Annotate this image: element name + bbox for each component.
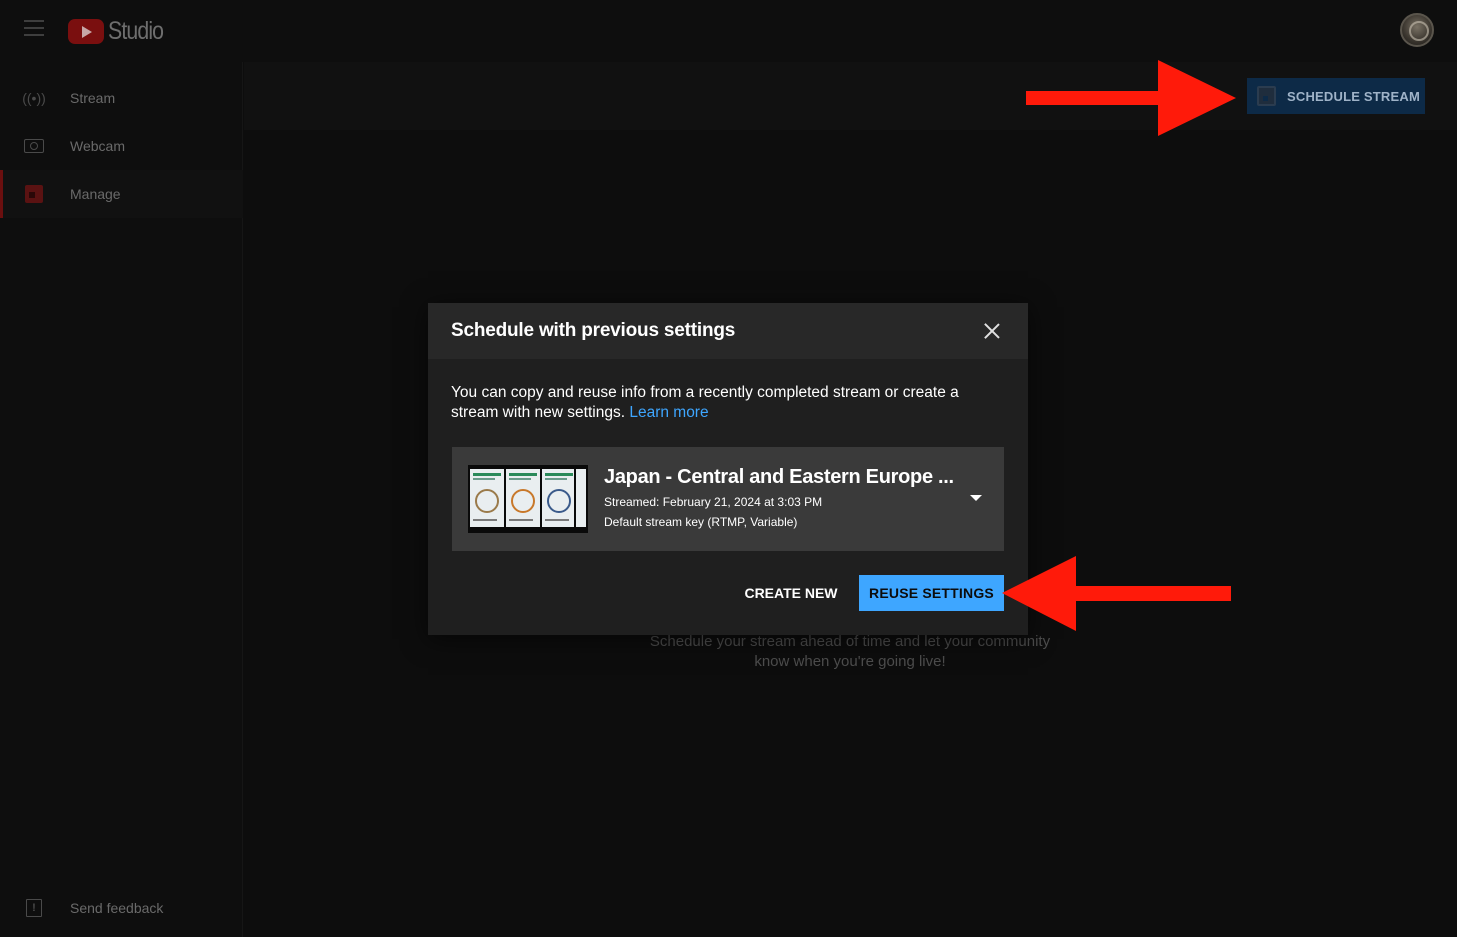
stream-thumbnail [468,465,588,533]
stream-title: Japan - Central and Eastern Europe ... [604,466,954,488]
chevron-down-icon[interactable] [970,495,982,501]
sidebar: ((•)) Stream Webcam Manage ! Send feedba… [0,62,243,937]
stream-date: Streamed: February 21, 2024 at 3:03 PM [604,495,823,509]
dialog-header: Schedule with previous settings [428,303,1028,359]
avatar[interactable] [1400,13,1434,47]
create-new-button[interactable]: CREATE NEW [736,575,846,611]
sidebar-item-send-feedback[interactable]: ! Send feedback [0,884,243,932]
sidebar-item-stream[interactable]: ((•)) Stream [0,74,243,122]
sidebar-item-webcam[interactable]: Webcam [0,122,243,170]
learn-more-link[interactable]: Learn more [629,404,708,421]
close-icon[interactable] [982,321,1002,341]
calendar-icon [1257,86,1276,106]
sidebar-item-manage[interactable]: Manage [0,170,243,218]
empty-state-text: Schedule your stream ahead of time and l… [649,633,1051,670]
sidebar-item-label: Stream [70,90,116,106]
annotation-arrow-right-icon [1026,60,1236,136]
dialog-description: You can copy and reuse info from a recen… [451,383,1001,423]
stream-key: Default stream key (RTMP, Variable) [604,515,798,529]
camera-icon [22,134,46,158]
sidebar-item-label: Send feedback [70,900,164,916]
youtube-logo-icon [68,18,104,44]
schedule-stream-button[interactable]: SCHEDULE STREAM [1247,78,1425,114]
dialog-title: Schedule with previous settings [451,320,736,341]
studio-logo[interactable]: Studio [68,16,173,46]
calendar-icon [22,182,46,206]
feedback-icon: ! [22,896,46,920]
reuse-settings-button[interactable]: REUSE SETTINGS [859,575,1004,611]
broadcast-icon: ((•)) [22,90,46,106]
annotation-arrow-left-icon [1002,556,1231,631]
top-bar: Studio [0,0,1457,62]
sidebar-item-label: Manage [70,186,121,202]
schedule-dialog: Schedule with previous settings You can … [428,303,1028,635]
sidebar-item-label: Webcam [70,138,125,154]
logo-text: Studio [108,16,164,45]
schedule-stream-label: SCHEDULE STREAM [1287,88,1421,104]
menu-icon[interactable] [24,20,44,38]
previous-stream-select[interactable]: Japan - Central and Eastern Europe ... S… [452,447,1004,551]
